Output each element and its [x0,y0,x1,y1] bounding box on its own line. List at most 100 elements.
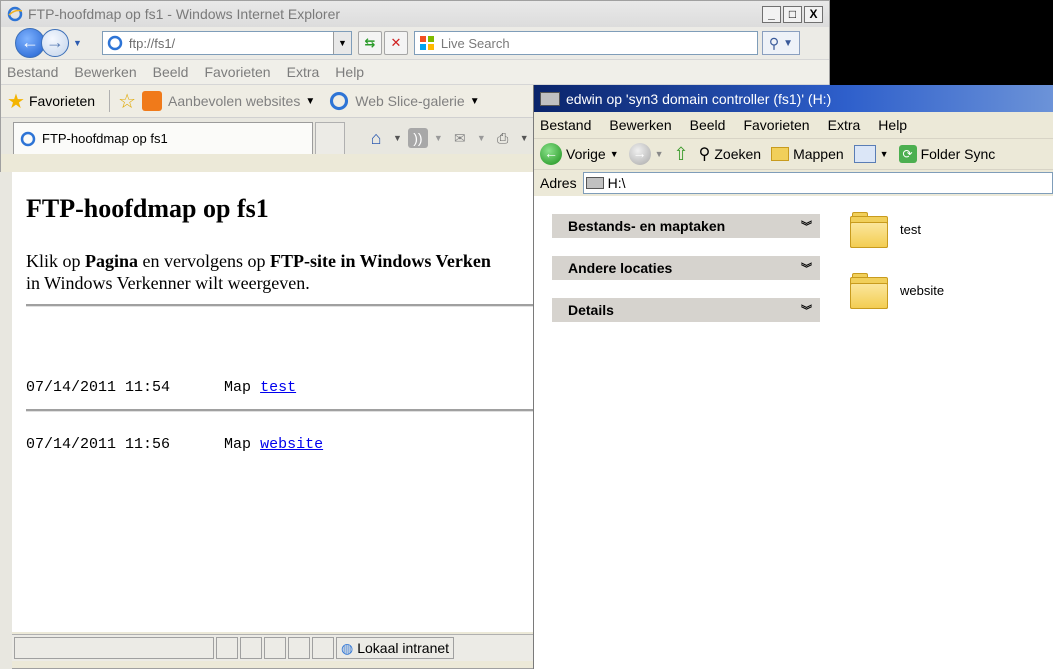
task-file-folder[interactable]: Bestands- en maptaken ︾ [552,214,820,238]
task-label: Andere locaties [568,260,673,276]
ie-menubar: Bestand Bewerken Beeld Favorieten Extra … [1,59,829,84]
back-button[interactable]: ← Vorige ▼ [540,143,619,165]
menu-extra[interactable]: Extra [828,117,861,133]
new-tab-button[interactable] [315,122,345,154]
address-label: Adres [540,175,577,191]
search-button[interactable]: ⚲ ▼ [761,31,800,55]
ie-logo-icon [7,6,23,22]
folder-label: website [900,282,945,298]
folder-sync-button[interactable]: ⟳ Folder Sync [898,145,996,163]
folder-sync-label: Folder Sync [920,146,996,162]
folder-label: test [900,221,921,237]
explorer-toolbar: ← Vorige ▼ → ▼ ⇧ ⚲ Zoeken Mappen ▼ ⟳ Fol… [534,138,1053,169]
chevron-down-icon[interactable]: ▼ [610,149,619,159]
search-label: Zoeken [714,146,762,162]
menu-favorieten[interactable]: Favorieten [743,117,809,133]
status-cell [264,637,286,659]
minimize-button[interactable]: _ [762,5,781,23]
ie-window-controls: _ □ X [762,5,823,23]
forward-button[interactable]: → ▼ [628,143,664,165]
stop-button[interactable]: ✕ [383,31,408,55]
menu-help[interactable]: Help [335,64,364,80]
tab-ftp-hoofdmap[interactable]: FTP-hoofdmap op fs1 [13,122,313,154]
sync-icon: ⟳ [898,145,917,163]
address-text: ftp://fs1/ [128,35,176,51]
favorites-label: Favorieten [28,93,96,109]
list-item: 07/14/2011 11:56 Map website [26,436,324,453]
close-button[interactable]: X [804,5,823,23]
chevron-down-icon[interactable]: ▼ [393,133,402,143]
add-favorite-icon[interactable]: ☆ [118,89,136,114]
menu-help[interactable]: Help [878,117,907,133]
folder-item-website[interactable]: website [850,273,945,309]
search-options-icon[interactable]: ▼ [783,38,793,49]
menu-beeld[interactable]: Beeld [153,64,189,80]
page-title: FTP-hoofdmap op fs1 [26,194,269,223]
refresh-button[interactable]: ⇆ [357,31,382,55]
search-button[interactable]: ⚲ Zoeken [699,144,761,164]
ftp-listing: 07/14/2011 11:54 Map test 07/14/2011 11:… [26,340,323,492]
address-dropdown-icon[interactable]: ▼ [332,32,351,54]
chevron-down-icon[interactable]: ▼ [520,133,529,143]
menu-bestand[interactable]: Bestand [540,117,591,133]
address-bar[interactable]: ftp://fs1/ ▼ [101,31,352,55]
views-icon [853,145,876,163]
menu-bestand[interactable]: Bestand [7,64,58,80]
recommended-sites-link[interactable]: Aanbevolen websites ▼ [142,91,315,111]
status-cell [240,637,262,659]
explorer-menubar: Bestand Bewerken Beeld Favorieten Extra … [534,112,1053,138]
folders-icon [771,147,790,161]
back-label: Vorige [566,146,606,162]
menu-favorieten[interactable]: Favorieten [204,64,270,80]
explorer-body: Bestands- en maptaken ︾ Andere locaties … [534,198,1053,669]
ie-frame-border [0,172,12,669]
explorer-titlebar[interactable]: edwin op 'syn3 domain controller (fs1)' … [534,85,1053,112]
address-input[interactable]: H:\ [582,172,1053,194]
live-search-icon [419,36,434,50]
magnifier-icon: ⚲ [698,146,711,163]
print-icon[interactable]: ⎙ [492,128,514,148]
menu-bewerken[interactable]: Bewerken [609,117,671,133]
mail-icon[interactable]: ✉ [449,128,471,148]
address-text: H:\ [607,175,626,191]
menu-bewerken[interactable]: Bewerken [74,64,136,80]
task-other-locations[interactable]: Andere locaties ︾ [552,256,820,280]
security-zone[interactable]: ◍ Lokaal intranet [336,637,455,659]
rss-feed-icon[interactable]: )) [407,128,428,148]
chevron-down-icon[interactable]: ▼ [477,133,486,143]
separator [109,90,111,112]
folder-item-test[interactable]: test [850,212,921,248]
menu-extra[interactable]: Extra [287,64,320,80]
search-input[interactable]: Live Search [413,31,758,55]
webslice-gallery-link[interactable]: Web Slice-galerie ▼ [329,91,480,111]
zone-label: Lokaal intranet [357,640,450,656]
status-text [14,637,214,659]
home-icon[interactable]: ⌂ [365,128,387,148]
views-button[interactable]: ▼ [853,145,889,163]
maximize-button[interactable]: □ [783,5,802,23]
task-label: Details [568,302,614,318]
favorites-button[interactable]: ★ Favorieten [7,89,95,114]
chevron-double-down-icon[interactable]: ︾ [801,260,812,276]
task-details[interactable]: Details ︾ [552,298,820,322]
network-drive-icon [540,91,560,106]
command-bar: ⌂ ▼ )) ▼ ✉ ▼ ⎙ ▼ [365,122,529,154]
menu-beeld[interactable]: Beeld [690,117,726,133]
chevron-down-icon[interactable]: ▼ [655,149,664,159]
intranet-globe-icon: ◍ [341,639,354,656]
ie-titlebar[interactable]: FTP-hoofdmap op fs1 - Windows Internet E… [1,1,829,27]
network-drive-icon [585,177,604,189]
chevron-double-down-icon[interactable]: ︾ [801,302,812,318]
chevron-double-down-icon[interactable]: ︾ [801,218,812,234]
folder-link-website[interactable]: website [260,436,323,453]
divider [26,304,546,307]
folders-button[interactable]: Mappen [771,146,844,162]
chevron-down-icon[interactable]: ▼ [434,133,443,143]
forward-button[interactable]: → [41,29,69,57]
folder-link-test[interactable]: test [260,379,296,396]
page-icon [107,35,123,51]
history-dropdown-icon[interactable]: ▼ [73,38,82,48]
up-button[interactable]: ⇧ [674,144,689,165]
magnifier-icon: ⚲ [768,34,780,51]
status-cell [216,637,238,659]
